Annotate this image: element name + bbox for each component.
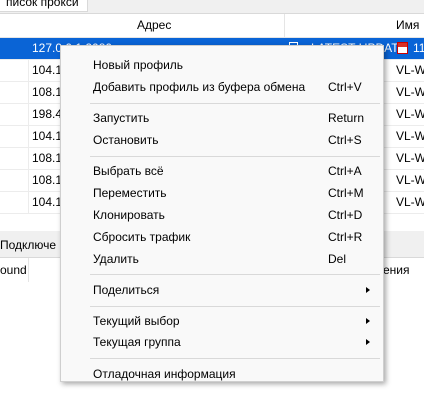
menu-item-shortcut: Del [328, 252, 347, 266]
row-marker-cell [0, 82, 29, 103]
row-address: 108.1 [32, 151, 63, 165]
tab-connections[interactable]: Подключе [0, 236, 56, 254]
menu-item-shortcut: Ctrl+D [328, 208, 363, 222]
submenu-arrow-icon [366, 318, 370, 324]
row-name: VL-W [396, 107, 424, 121]
menu-item-shortcut: Return [328, 111, 365, 125]
row-name: VL-W [396, 195, 424, 209]
column-header-outbound[interactable]: ound [0, 258, 27, 282]
menu-item-current-group[interactable]: Текущая группа [61, 331, 383, 353]
menu-item-label: Отладочная информация [93, 367, 236, 381]
menu-item-shortcut: Ctrl+V [328, 80, 362, 94]
tab-proxy-list[interactable]: писок прокси [0, 0, 88, 12]
row-name: VL-W [396, 173, 424, 187]
row-number: 11 [413, 41, 424, 55]
menu-item-label: Текущая группа [93, 335, 181, 349]
context-menu: Новый профиль Добавить профиль из буфера… [60, 45, 384, 382]
menu-item-reset-traffic[interactable]: Сбросить трафик Ctrl+R [61, 226, 383, 248]
row-marker-cell [0, 60, 29, 81]
tab-label: писок прокси [6, 0, 79, 9]
row-address: 108.1 [32, 85, 63, 99]
menu-item-shortcut: Ctrl+M [328, 186, 364, 200]
menu-item-label: Добавить профиль из буфера обмена [93, 80, 306, 94]
menu-item-label: Текущий выбор [93, 314, 180, 328]
menu-item-select-all[interactable]: Выбрать всё Ctrl+A [61, 160, 383, 182]
row-address: 104.1 [32, 129, 63, 143]
menu-item-shortcut: Ctrl+A [328, 164, 362, 178]
menu-item-delete[interactable]: Удалить Del [61, 248, 383, 270]
menu-item-stop[interactable]: Остановить Ctrl+S [61, 129, 383, 151]
row-marker-cell [0, 170, 29, 191]
menu-item-shortcut: Ctrl+S [328, 133, 362, 147]
menu-item-move[interactable]: Переместить Ctrl+M [61, 182, 383, 204]
menu-item-current-selection[interactable]: Текущий выбор [61, 310, 383, 332]
menu-item-label: Выбрать всё [93, 164, 164, 178]
submenu-arrow-icon [366, 339, 370, 345]
menu-item-label: Удалить [93, 252, 139, 266]
menu-separator [90, 156, 380, 157]
menu-item-start[interactable]: Запустить Return [61, 107, 383, 129]
table-header: Адрес Имя [0, 14, 424, 38]
row-address: 108.1 [32, 173, 63, 187]
menu-item-label: Запустить [93, 111, 150, 125]
menu-item-new-profile[interactable]: Новый профиль [61, 54, 383, 76]
row-name: VL-W [396, 129, 424, 143]
menu-separator [90, 358, 380, 359]
menu-item-label: Сбросить трафик [93, 230, 191, 244]
menu-item-label: Поделиться [93, 283, 160, 297]
row-address: 104.1 [32, 63, 63, 77]
column-header-name-cell[interactable]: Имя [284, 14, 424, 37]
tab-connections-label: Подключе [0, 238, 57, 252]
menu-item-clone[interactable]: Клонировать Ctrl+D [61, 204, 383, 226]
row-name: VL-W [396, 151, 424, 165]
column-divider [28, 258, 29, 282]
menu-item-share[interactable]: Поделиться [61, 279, 383, 301]
menu-item-debug-info[interactable]: Отладочная информация [61, 363, 383, 385]
row-marker-cell [0, 148, 29, 169]
column-header-name: Имя [396, 18, 420, 32]
menu-item-label: Переместить [93, 186, 167, 200]
flag-icon [397, 42, 408, 54]
column-header-address[interactable]: Адрес [137, 14, 171, 37]
menu-item-label: Новый профиль [93, 58, 184, 72]
row-marker-cell [0, 192, 29, 213]
row-name: VL-W [396, 63, 424, 77]
row-address: 104.1 [32, 195, 63, 209]
submenu-arrow-icon [366, 287, 370, 293]
menu-separator [90, 274, 380, 275]
column-header-connections[interactable]: ения [383, 258, 410, 282]
menu-item-label: Клонировать [93, 208, 165, 222]
menu-separator [90, 306, 380, 307]
menu-item-add-from-clipboard[interactable]: Добавить профиль из буфера обмена Ctrl+V [61, 76, 383, 98]
tab-bar: писок прокси [0, 0, 424, 13]
menu-separator [90, 103, 380, 104]
menu-item-label: Остановить [93, 133, 159, 147]
row-marker-cell [0, 38, 29, 59]
menu-item-shortcut: Ctrl+R [328, 230, 363, 244]
row-marker-cell [0, 126, 29, 147]
row-address: 198.4 [32, 107, 63, 121]
row-name: VL-W [396, 85, 424, 99]
row-marker-cell [0, 104, 29, 125]
